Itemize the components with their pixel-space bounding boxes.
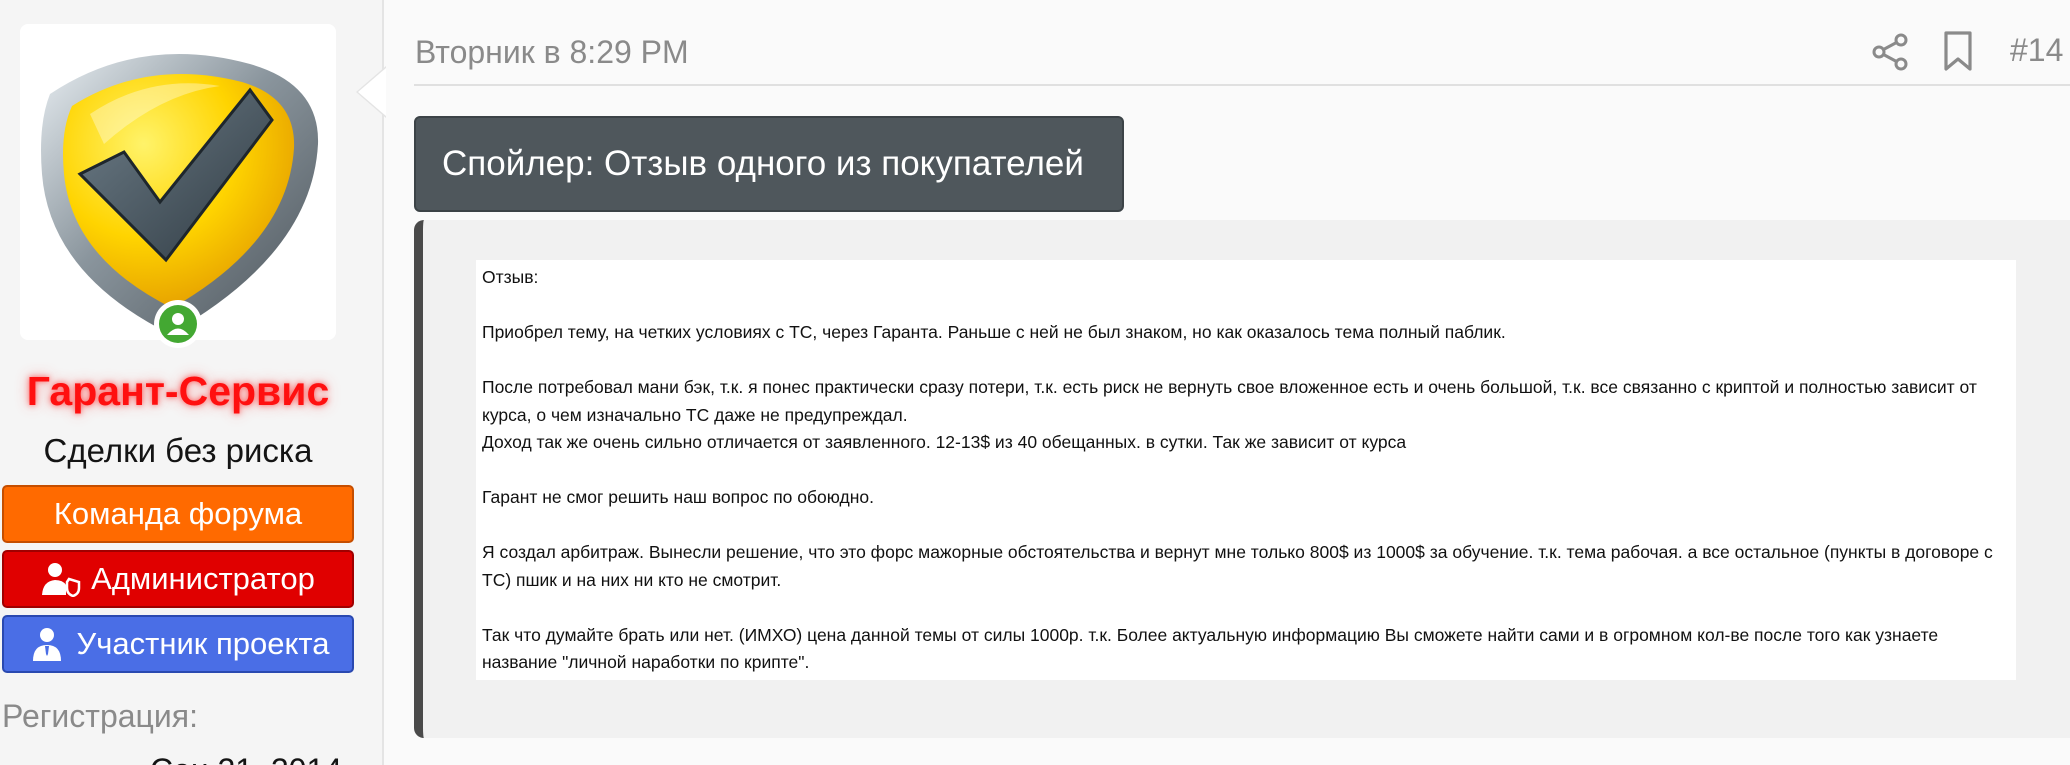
admin-banner: Администратор: [2, 550, 354, 608]
member-user-icon: [32, 628, 61, 661]
review-quote: Отзыв: Приобрел тему, на четких условиях…: [476, 260, 2016, 680]
admin-user-icon: [42, 563, 81, 597]
message-header: Вторник в 8:29 PM #14: [414, 18, 2070, 86]
review-paragraph: Приобрел тему, на четких условиях с ТС, …: [482, 322, 1506, 342]
team-banner: Команда форума: [2, 485, 354, 543]
user-avatar[interactable]: [20, 24, 336, 340]
registration-value: Сен 21, 2014: [150, 752, 342, 765]
registration-label: Регистрация:: [2, 698, 198, 734]
admin-banner-label: Администратор: [91, 561, 315, 596]
review-paragraph: После потребовал мани бэк, т.к. я понес …: [482, 377, 1977, 425]
online-user-icon: [159, 305, 197, 343]
review-paragraph: Я создал арбитраж. Вынесли решение, что …: [482, 542, 1993, 590]
post-date[interactable]: Вторник в 8:29 PM: [415, 34, 689, 71]
review-paragraph: Доход так же очень сильно отличается от …: [482, 432, 1407, 452]
post-number[interactable]: #14: [2010, 32, 2063, 69]
user-title: Сделки без риска: [43, 432, 313, 469]
review-paragraph: Отзыв:: [482, 267, 539, 287]
review-paragraph: Гарант не смог решить наш вопрос по обою…: [482, 487, 874, 507]
member-banner-label: Участник проекта: [76, 626, 330, 661]
member-banner: Участник проекта: [2, 615, 354, 673]
user-sidebar: Гарант-Сервис Сделки без риска Команда ф…: [0, 0, 384, 765]
online-status-indicator: [154, 300, 202, 348]
shield-check-avatar-icon: [41, 54, 319, 334]
username[interactable]: Гарант-Сервис: [0, 368, 356, 415]
spoiler-toggle-button[interactable]: Спойлер: Отзыв одного из покупателей: [414, 116, 1124, 212]
message-pointer: [358, 68, 386, 116]
bookmark-icon[interactable]: [1940, 30, 1976, 72]
team-banner-label: Команда форума: [53, 496, 303, 531]
review-paragraph: Так что думайте брать или нет. (ИМХО) це…: [482, 624, 1939, 673]
share-icon[interactable]: [1870, 32, 1910, 72]
